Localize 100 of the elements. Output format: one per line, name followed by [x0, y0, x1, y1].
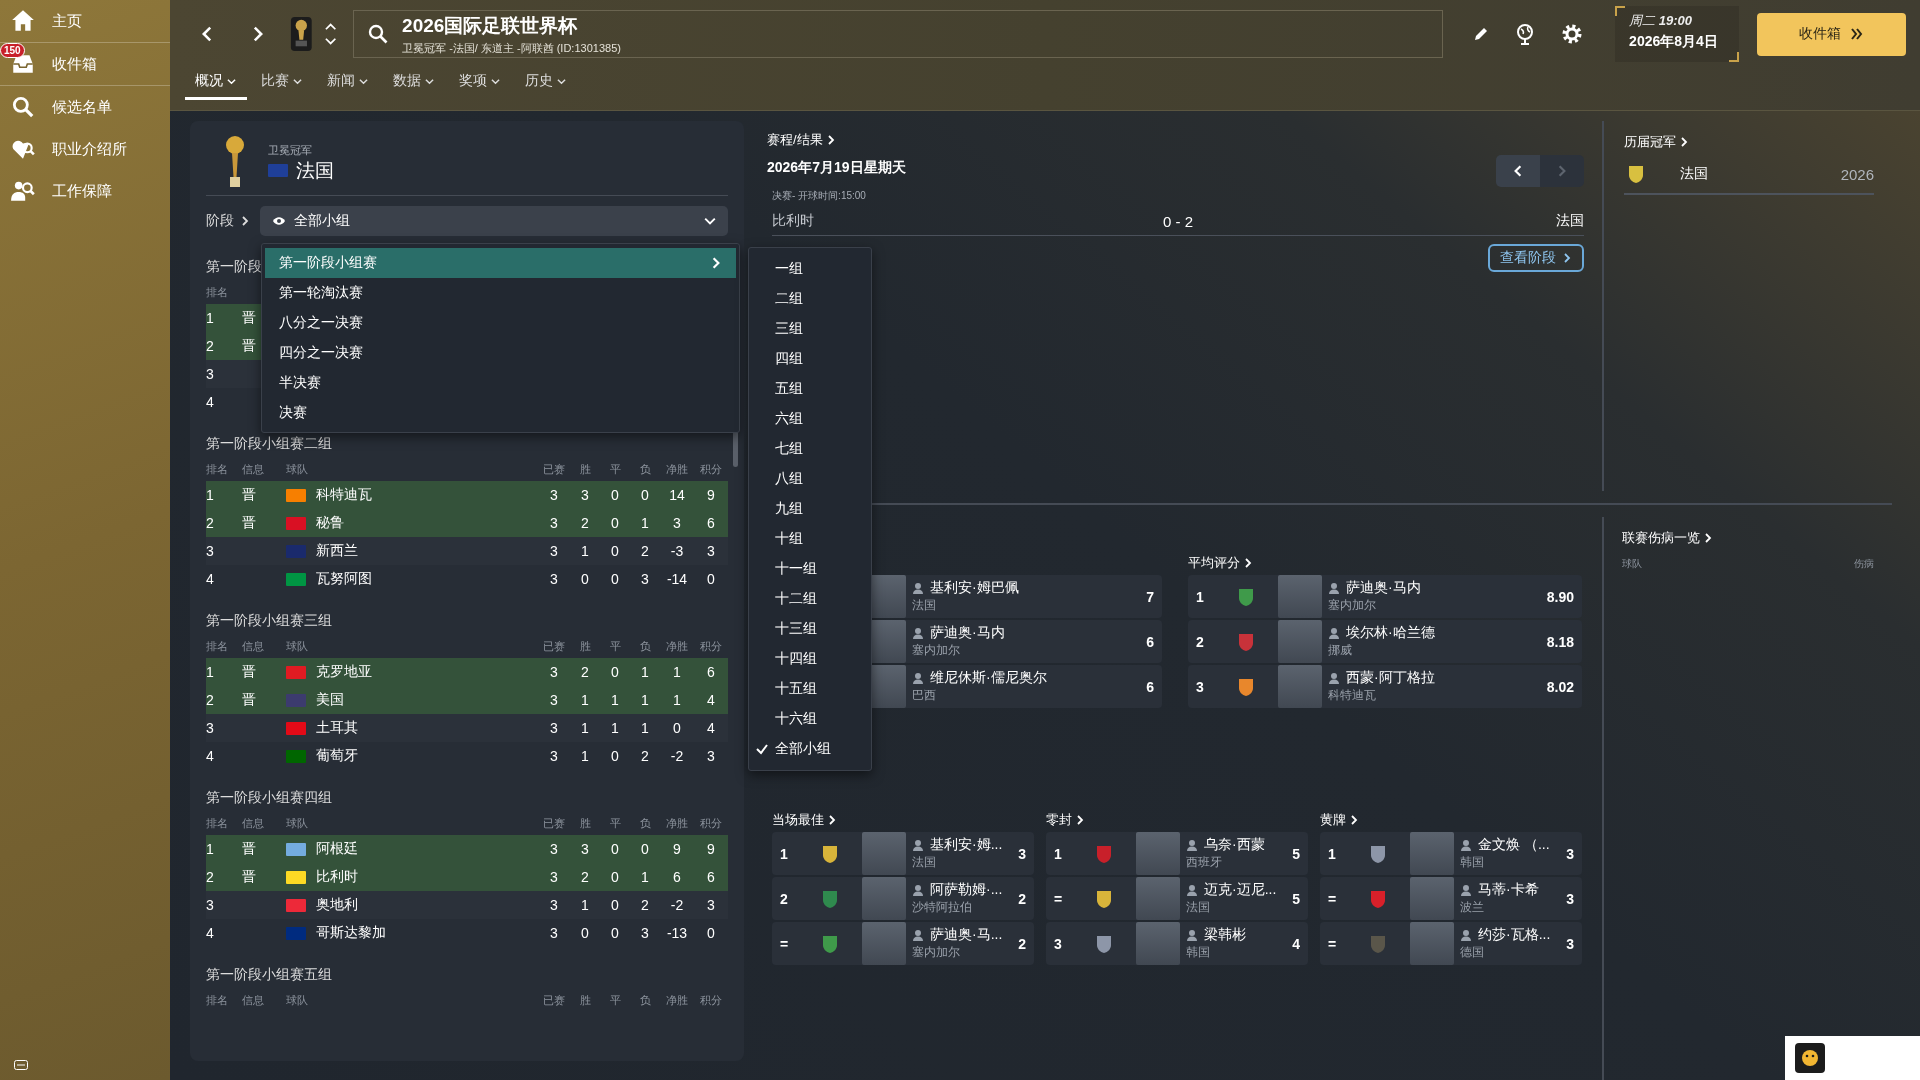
nav-tab[interactable]: 奖项	[449, 68, 511, 100]
continue-button[interactable]: 收件箱	[1756, 12, 1906, 56]
match-result-row[interactable]: 比利时 0 - 2 法国	[772, 207, 1584, 236]
section-link[interactable]: 当场最佳	[772, 811, 837, 829]
standings-row[interactable]: 3 奥地利 3 1 0 2 -2 3	[206, 891, 728, 919]
player-name: 迈克·迈尼...	[1204, 881, 1277, 899]
sidebar-item[interactable]: 候选名单	[0, 86, 170, 128]
scrollbar[interactable]	[733, 431, 738, 467]
section-link[interactable]: 零封	[1046, 811, 1085, 829]
section-link[interactable]: 平均评分	[1188, 554, 1253, 572]
table-cell-text: 4	[206, 748, 215, 764]
pencil-icon[interactable]	[1473, 26, 1490, 42]
sidebar-item[interactable]: 150 收件箱	[0, 43, 170, 86]
nav-tab[interactable]: 比赛	[251, 68, 313, 100]
standings-row[interactable]: 2 晋 美国 3 1 1 1 1 4	[206, 686, 728, 714]
table-cell-text: 1	[640, 664, 650, 680]
standings-row[interactable]: 4 葡萄牙 3 1 0 2 -2 3	[206, 742, 728, 770]
nav-tab[interactable]: 历史	[515, 68, 577, 100]
photo-placeholder	[1136, 832, 1180, 875]
section-link[interactable]: 历届冠军	[1624, 133, 1874, 151]
menu-item[interactable]: 全部小组	[749, 734, 871, 764]
menu-item[interactable]: 半决赛	[265, 368, 736, 398]
menu-item[interactable]: 九组	[749, 494, 871, 524]
menu-item[interactable]: 四组	[749, 344, 871, 374]
table-cell-text: 4	[206, 571, 215, 587]
rank-text: 2	[780, 890, 789, 907]
stat-row[interactable]: 1 金文焕 （... 韩国 3	[1320, 832, 1582, 875]
nav-tab[interactable]: 数据	[383, 68, 445, 100]
table-cell-text: 0	[610, 841, 620, 857]
player-name: 萨迪奥·马...	[930, 926, 1003, 944]
table-cell-text: 晋	[242, 868, 257, 886]
menu-item[interactable]: 决赛	[265, 398, 736, 428]
overlay-widget[interactable]	[1785, 1036, 1920, 1080]
menu-item[interactable]: 十组	[749, 524, 871, 554]
menu-item[interactable]: 三组	[749, 314, 871, 344]
menu-item[interactable]: 八分之一决赛	[265, 308, 736, 338]
stat-row[interactable]: 1 乌奈·西蒙 西班牙 5	[1046, 832, 1308, 875]
stat-row[interactable]: 3 梁韩彬 韩国 4	[1046, 922, 1308, 965]
up-down-icon[interactable]	[323, 21, 338, 47]
stat-row[interactable]: 1 基利安·姆... 法国 3	[772, 832, 1034, 875]
column-header: 球队	[286, 638, 309, 654]
chevron-right-icon	[825, 135, 836, 145]
stat-row[interactable]: 2 阿萨勒姆·... 沙特阿拉伯 2	[772, 877, 1034, 920]
table-cell-text: 9	[672, 841, 682, 857]
menu-item[interactable]: 第一阶段小组赛	[265, 248, 736, 278]
stat-row[interactable]: = 萨迪奥·马... 塞内加尔 2	[772, 922, 1034, 965]
rank-text: =	[780, 935, 790, 952]
stat-row[interactable]: 3 西蒙·阿丁格拉 科特迪瓦 8.02	[1188, 665, 1582, 708]
stat-value: 8.18	[1546, 633, 1574, 650]
menu-item[interactable]: 四分之一决赛	[265, 338, 736, 368]
table-cell-text: 1	[640, 869, 650, 885]
menu-item[interactable]: 六组	[749, 404, 871, 434]
menu-item[interactable]: 一组	[749, 254, 871, 284]
keyboard-icon[interactable]	[14, 1060, 28, 1070]
section-link[interactable]: 联赛伤病一览	[1622, 529, 1874, 547]
menu-item[interactable]: 五组	[749, 374, 871, 404]
chevron-right-icon	[1703, 533, 1713, 543]
section-link[interactable]: 黄牌	[1320, 811, 1359, 829]
standings-row[interactable]: 1 晋 阿根廷 3 3 0 0 9 9	[206, 835, 728, 863]
stat-row[interactable]: = 马蒂·卡希 波兰 3	[1320, 877, 1582, 920]
table-cell-text: 1	[206, 487, 215, 503]
standings-row[interactable]: 4 哥斯达黎加 3 0 0 3 -13 0	[206, 919, 728, 947]
globe-icon[interactable]	[1515, 23, 1536, 45]
table-cell-text: 3	[549, 720, 559, 736]
stat-row[interactable]: 2 埃尔林·哈兰德 挪威 8.18	[1188, 620, 1582, 663]
table-cell-text: 3	[549, 748, 559, 764]
menu-item[interactable]: 八组	[749, 464, 871, 494]
champion-row[interactable]: 法国 2026	[1624, 155, 1874, 195]
standings-row[interactable]: 1 晋 科特迪瓦 3 3 0 0 14 9	[206, 481, 728, 509]
team-name: 哥斯达黎加	[316, 924, 386, 942]
menu-item[interactable]: 第一轮淘汰赛	[265, 278, 736, 308]
standings-row[interactable]: 3 新西兰 3 1 0 2 -3 3	[206, 537, 728, 565]
table-cell-text: 3	[640, 571, 650, 587]
previous-button[interactable]	[1496, 155, 1540, 187]
standings-row[interactable]: 4 瓦努阿图 3 0 0 3 -14 0	[206, 565, 728, 593]
table-cell-text: 晋	[242, 309, 257, 327]
section-link[interactable]: 赛程/结果	[767, 131, 906, 149]
table-cell-text: 0	[610, 748, 620, 764]
stat-row[interactable]: 1 萨迪奥·马内 塞内加尔 8.90	[1188, 575, 1582, 618]
table-cell-text: 14	[668, 487, 686, 503]
sidebar-item[interactable]: 工作保障	[0, 170, 170, 212]
nav-tab[interactable]: 新闻	[317, 68, 379, 100]
standings-row[interactable]: 3 土耳其 3 1 1 1 0 4	[206, 714, 728, 742]
player-name: 阿萨勒姆·...	[930, 881, 1003, 899]
table-cell-text: 2	[206, 869, 215, 885]
settings-icon[interactable]	[1561, 23, 1584, 45]
standings-row[interactable]: 1 晋 克罗地亚 3 2 0 1 1 6	[206, 658, 728, 686]
stage-link[interactable]: 阶段	[206, 212, 250, 230]
stat-row[interactable]: = 约莎·瓦格... 德国 3	[1320, 922, 1582, 965]
stat-row[interactable]: = 迈克·迈尼... 法国 5	[1046, 877, 1308, 920]
standings-row[interactable]: 2 晋 比利时 3 2 0 1 6 6	[206, 863, 728, 891]
menu-item[interactable]: 二组	[749, 284, 871, 314]
stage-dropdown[interactable]: 全部小组	[260, 206, 728, 236]
search-field[interactable]: 2026国际足联世界杯 卫冕冠军 -法国/ 东道主 -阿联酋 (ID:1301385)	[353, 10, 1444, 58]
table-cell-text: 3	[549, 869, 559, 885]
standings-row[interactable]: 2 晋 秘鲁 3 2 0 1 3 6	[206, 509, 728, 537]
view-stage-button[interactable]: 查看阶段	[1488, 244, 1584, 272]
nav-tab[interactable]: 概况	[185, 68, 247, 100]
menu-item[interactable]: 七组	[749, 434, 871, 464]
sidebar-item[interactable]: 职业介绍所	[0, 128, 170, 170]
